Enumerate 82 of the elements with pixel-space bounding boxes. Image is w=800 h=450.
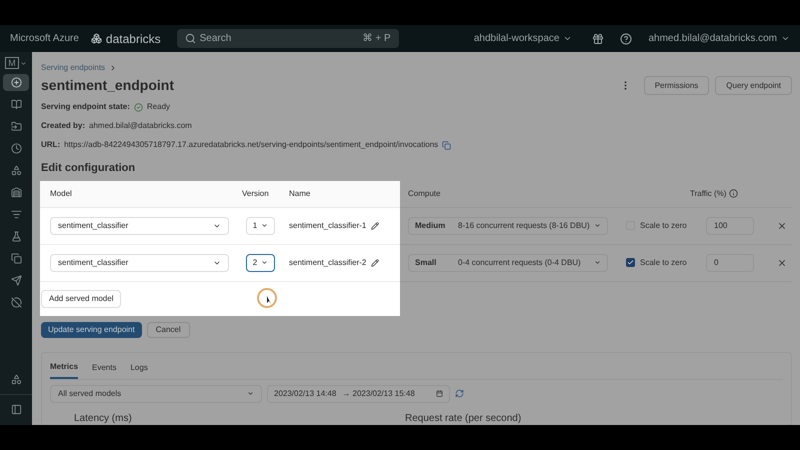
warehouse-icon [10, 187, 22, 198]
chevron-down-icon [247, 390, 254, 397]
checkbox-label: Scale to zero [640, 220, 687, 232]
date-range-field[interactable]: 2023/02/13 14:48 → 2023/02/13 15:48 [267, 384, 450, 402]
copy-icon[interactable] [442, 140, 452, 150]
search-icon [184, 33, 196, 44]
edit-icon[interactable] [371, 222, 379, 230]
chevron-down-icon [594, 259, 601, 266]
chevron-down-icon [781, 34, 790, 43]
chevron-down-icon [261, 259, 268, 266]
send-icon [10, 275, 22, 286]
column-header: Name [288, 188, 310, 200]
gift-icon[interactable] [592, 32, 604, 44]
chart-title: Request rate (per second) [405, 412, 522, 425]
chevron-down-icon [563, 34, 572, 43]
column-header: Model [49, 188, 73, 200]
plus-circle-icon [10, 77, 22, 88]
edit-icon[interactable] [371, 258, 379, 266]
column-header: Compute [407, 188, 442, 200]
breadcrumb-link[interactable]: Serving endpoints [41, 62, 106, 74]
version-select[interactable]: 1 [246, 216, 275, 234]
column-header: Traffic (%) [690, 188, 726, 200]
chart-title: Latency (ms) [73, 412, 133, 425]
list-icon [10, 209, 22, 220]
state-label: Serving endpoint state: [41, 101, 130, 113]
served-model-name: sentiment_classifier-2 [289, 256, 368, 268]
brand-label: Microsoft Azure [10, 32, 79, 46]
product-logo[interactable]: databricks [90, 30, 161, 48]
shapes-icon [10, 165, 22, 176]
tab[interactable]: Events [92, 360, 116, 378]
column-header: Version [241, 188, 270, 200]
logo-icon [90, 33, 102, 44]
state-value: Ready [146, 101, 170, 113]
action-button[interactable]: Permissions [644, 76, 710, 95]
tab[interactable]: Logs [130, 360, 148, 378]
page-title: sentiment_endpoint [41, 76, 176, 95]
user-menu[interactable]: ahmed.bilal@databricks.com [648, 31, 790, 46]
version-select[interactable]: 2 [246, 254, 275, 272]
created-by-value: ahmed.bilal@databricks.com [89, 120, 192, 132]
chevron-down-icon [261, 222, 268, 229]
collapse-sidebar-icon[interactable] [10, 404, 22, 415]
url-value: https://adb-8422494305718797.17.azuredatabricks.net/serving-endpoints/sentiment_endpoint/invocations [64, 139, 438, 151]
created-by-label: Created by: [41, 120, 86, 132]
shortcut-label: ⌘ + P [362, 32, 391, 46]
check-icon [627, 259, 634, 266]
action-button[interactable]: Query endpoint [715, 76, 792, 95]
cancel-button[interactable]: Cancel [146, 322, 190, 338]
calendar-icon[interactable] [436, 390, 443, 397]
copy-icon [10, 253, 22, 264]
flask-icon [10, 231, 22, 242]
sidebar-item[interactable] [3, 74, 29, 91]
clock-icon [10, 143, 22, 154]
update-endpoint-button[interactable]: Update serving endpoint [41, 322, 142, 338]
traffic-input[interactable]: 100 [706, 216, 754, 234]
compute-select[interactable]: Small 0-4 concurrent requests (0-4 DBU) [408, 254, 608, 272]
model-select[interactable]: sentiment_classifier [50, 216, 229, 234]
chevron-down-icon [594, 222, 601, 229]
refresh-icon[interactable] [455, 389, 464, 398]
cursor-highlight-icon [256, 286, 278, 308]
remove-icon[interactable] [777, 220, 787, 230]
traffic-input[interactable]: 0 [706, 254, 754, 272]
book-icon [10, 99, 22, 110]
apps-icon[interactable] [10, 374, 22, 385]
compute-select[interactable]: Medium 8-16 concurrent requests (8-16 DBU) [408, 216, 608, 234]
checkbox-label: Scale to zero [640, 256, 687, 268]
remove-icon[interactable] [777, 258, 787, 268]
folder-arrow-icon [10, 121, 22, 132]
url-label: URL: [41, 139, 60, 151]
tab[interactable]: Metrics [50, 360, 78, 378]
section-title: Edit configuration [41, 161, 136, 176]
help-icon[interactable] [620, 32, 632, 44]
model-filter-select[interactable]: All served models [50, 384, 262, 402]
chevron-down-icon [20, 60, 27, 66]
workspace-menu[interactable]: ahdbilal-workspace [474, 31, 572, 46]
served-model-name: sentiment_classifier-1 [289, 220, 368, 232]
blocked-circle-icon [10, 297, 22, 308]
info-icon [729, 189, 738, 198]
add-served-model-button[interactable]: Add served model [41, 290, 122, 308]
model-select[interactable]: sentiment_classifier [50, 254, 229, 272]
search-field[interactable]: Search ⌘ + P [176, 29, 399, 48]
check-circle-icon [134, 102, 143, 112]
checkbox[interactable] [626, 258, 635, 267]
